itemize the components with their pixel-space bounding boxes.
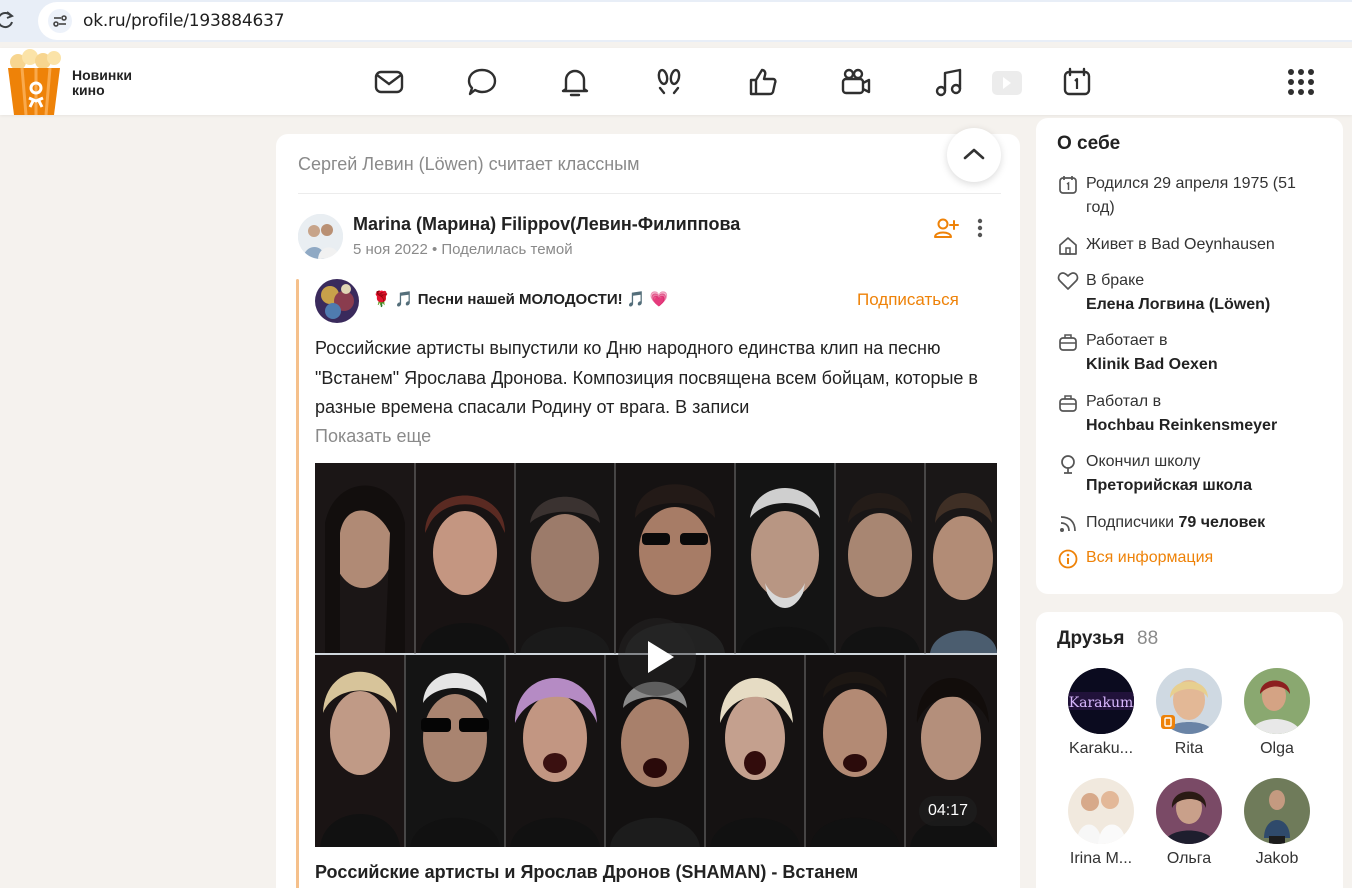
work-label: Работает в [1086, 332, 1168, 349]
post-action: Поделилась темой [441, 241, 573, 258]
brand-label[interactable]: Новинки кино [72, 68, 132, 98]
friends-count: 88 [1137, 628, 1159, 649]
group-name[interactable]: 🌹 🎵 Песни нашей МОЛОДОСТИ! 🎵 💗 [372, 290, 668, 308]
divider [298, 193, 1001, 194]
followers-label: Подписчики [1086, 514, 1175, 531]
more-options-icon[interactable] [974, 217, 986, 239]
subscribe-button[interactable]: Подписаться [857, 290, 959, 310]
past-work-label: Работал в [1086, 393, 1162, 410]
badge-icon [1161, 715, 1175, 729]
friend-name: Ольга [1166, 850, 1212, 867]
group-avatar[interactable] [315, 279, 359, 323]
heart-emoji: 🎵 💗 [626, 291, 669, 308]
video-play-icon[interactable] [988, 64, 1024, 100]
footprints-icon[interactable] [651, 64, 687, 100]
school-link[interactable]: Преторийская школа [1086, 477, 1252, 494]
post-date[interactable]: 5 ноя 2022 [353, 241, 428, 258]
music-icon[interactable] [931, 64, 967, 100]
friend-avatar: Karakum [1068, 668, 1134, 734]
ok-logo-icon[interactable] [0, 48, 66, 116]
site-settings-icon[interactable] [48, 9, 72, 33]
birth-info: Родился 29 апреля 1975 (51 год) [1086, 175, 1296, 216]
about-title: О себе [1057, 133, 1121, 154]
video-duration-badge: 04:17 [919, 796, 977, 826]
friend-name: Irina M... [1069, 850, 1133, 867]
marital-info: В браке Елена Логвина (Löwen) [1086, 269, 1326, 317]
friend-name: Rita [1174, 740, 1204, 757]
calendar-icon [1057, 174, 1079, 196]
play-button[interactable] [618, 618, 696, 696]
quote-bar [296, 279, 299, 888]
friend-avatar [1244, 668, 1310, 734]
past-work-link[interactable]: Hochbau Reinkensmeyer [1086, 417, 1277, 434]
briefcase-icon [1057, 331, 1079, 353]
video-title[interactable]: Российские артисты и Ярослав Дронов (SHA… [315, 862, 858, 883]
friend-name: Karaku... [1068, 740, 1134, 757]
followers-count: 79 человек [1178, 514, 1266, 531]
video-thumbnail[interactable]: 04:17 [315, 463, 997, 847]
friend-item[interactable]: Olga [1237, 668, 1317, 758]
location-label: Живет в [1086, 236, 1147, 253]
rose-emoji: 🌹 🎵 [372, 291, 414, 308]
friend-item[interactable]: Irina M... [1061, 778, 1141, 868]
calendar-icon[interactable] [1059, 64, 1095, 100]
friend-avatar [1244, 778, 1310, 844]
friends-card: Друзья 88 Karakum Karaku... Rita Olga Ir… [1036, 612, 1343, 888]
friend-avatar-text: Karakum [1069, 695, 1134, 711]
home-icon [1057, 235, 1079, 257]
friend-avatar [1068, 778, 1134, 844]
rss-icon [1057, 513, 1079, 535]
past-work-info: Работал в Hochbau Reinkensmeyer [1086, 390, 1326, 438]
bell-icon[interactable] [557, 64, 593, 100]
browser-address-bar: ok.ru/profile/193884637 [0, 0, 1352, 42]
post-author-name[interactable]: Marina (Марина) Filippov(Левин-Филиппова [353, 214, 740, 235]
chat-icon[interactable] [464, 64, 500, 100]
group-title: Песни нашей МОЛОДОСТИ! [417, 291, 623, 308]
reload-icon[interactable] [0, 9, 16, 31]
school-icon [1057, 453, 1079, 475]
feed-card: Сергей Левин (Löwen) считает классным Ma… [276, 128, 1020, 888]
info-icon [1057, 548, 1079, 570]
friend-item[interactable]: Ольга [1149, 778, 1229, 868]
chevron-up-icon [963, 148, 985, 160]
work-link[interactable]: Klinik Bad Oexen [1086, 356, 1218, 373]
brand-line-2: кино [72, 82, 105, 98]
school-info: Окончил школу Преторийская школа [1086, 450, 1326, 498]
mail-icon[interactable] [371, 64, 407, 100]
brand-line-1: Новинки [72, 67, 132, 83]
friend-item[interactable]: Rita [1149, 668, 1229, 758]
video-camera-icon[interactable] [838, 64, 874, 100]
show-more-link[interactable]: Показать еще [315, 426, 431, 447]
work-info: Работает в Klinik Bad Oexen [1086, 329, 1326, 377]
author-avatar[interactable] [298, 214, 343, 259]
hearts-icon [1057, 270, 1079, 292]
briefcase-icon [1057, 392, 1079, 414]
school-label: Окончил школу [1086, 453, 1201, 470]
friend-avatar [1156, 778, 1222, 844]
followers-info[interactable]: Подписчики 79 человек [1086, 511, 1326, 535]
url-field[interactable]: ok.ru/profile/193884637 [38, 2, 1352, 40]
friends-title[interactable]: Друзья [1057, 628, 1124, 650]
location-value[interactable]: Bad Oeynhausen [1151, 236, 1275, 253]
play-icon [648, 641, 674, 673]
post-text: Российские артисты выпустили ко Дню наро… [315, 338, 978, 417]
scroll-up-button[interactable] [947, 128, 1001, 182]
meta-separator: • [431, 241, 442, 258]
site-topbar: Новинки кино [0, 48, 1352, 116]
friend-item[interactable]: Jakob [1237, 778, 1317, 868]
friend-item[interactable]: Karakum Karaku... [1061, 668, 1141, 758]
url-text: ok.ru/profile/193884637 [83, 11, 285, 31]
feed-activity-header[interactable]: Сергей Левин (Löwen) считает классным [298, 154, 639, 175]
about-card: О себе Родился 29 апреля 1975 (51 год) Ж… [1036, 118, 1343, 594]
friend-name: Olga [1260, 740, 1294, 757]
location-info: Живет в Bad Oeynhausen [1086, 233, 1326, 257]
thumbs-up-icon[interactable] [745, 64, 781, 100]
spouse-link[interactable]: Елена Логвина (Löwen) [1086, 296, 1270, 313]
post-meta: 5 ноя 2022 • Поделилась темой [353, 241, 573, 258]
friend-name: Jakob [1255, 850, 1299, 867]
all-info-link[interactable]: Вся информация [1086, 546, 1326, 570]
apps-grid-icon[interactable] [1283, 64, 1319, 100]
marital-label: В браке [1086, 272, 1145, 289]
add-friend-icon[interactable] [933, 217, 959, 239]
